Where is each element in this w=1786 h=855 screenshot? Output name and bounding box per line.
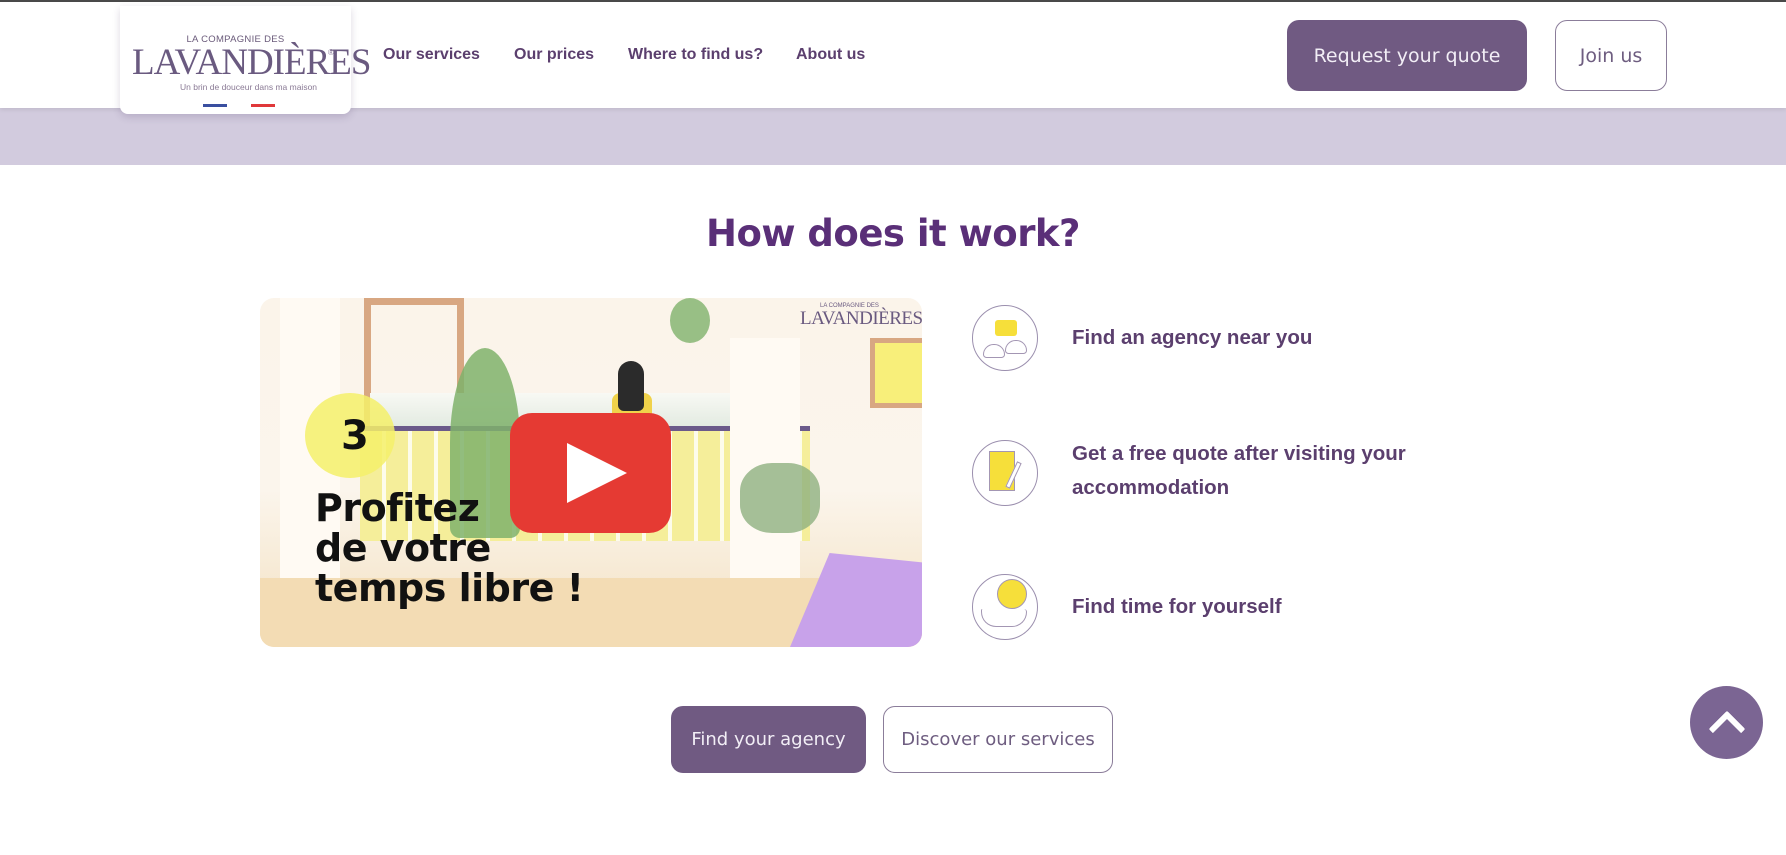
smiley-hand-icon — [972, 574, 1038, 640]
step-label: Get a free quote after visiting your acc… — [1072, 442, 1406, 499]
step-label: Find time for yourself — [1072, 595, 1282, 618]
chevron-up-icon — [1708, 710, 1745, 747]
nav-about-us[interactable]: About us — [796, 46, 865, 64]
chat-bubble-shape — [995, 320, 1017, 336]
youtube-play-icon[interactable] — [510, 413, 671, 533]
site-logo[interactable]: LA COMPAGNIE DES LAVANDIÈRES ® Un brin d… — [120, 6, 371, 114]
video-caption-line: de votre — [315, 526, 491, 570]
find-agency-button[interactable]: Find your agency — [671, 706, 866, 773]
nav-our-prices[interactable]: Our prices — [514, 46, 594, 64]
step-item: Get a free quote after visiting your acc… — [972, 440, 1406, 506]
logo-tagline: Un brin de douceur dans ma maison — [180, 82, 318, 92]
lavender-band — [0, 108, 1786, 165]
flag-red-stripe — [251, 104, 275, 107]
video-caption-line: temps libre ! — [315, 566, 584, 610]
logo-registered: ® — [328, 48, 334, 57]
person-shape — [983, 344, 1005, 358]
document-pen-icon — [972, 440, 1038, 506]
step-label: Find an agency near you — [1072, 326, 1313, 349]
step-item: Find an agency near you — [972, 305, 1312, 371]
section-title: How does it work? — [705, 212, 1081, 255]
nav-our-services[interactable]: Our services — [383, 46, 480, 64]
hand-shape — [981, 609, 1027, 627]
illustration-woman-hair — [618, 361, 644, 411]
illustration-door — [730, 338, 800, 578]
video-thumbnail[interactable]: 3 Profitez de votre temps libre ! LA COM… — [260, 298, 922, 647]
video-step-number: 3 — [341, 413, 369, 459]
request-quote-button[interactable]: Request your quote — [1287, 20, 1527, 91]
smiley-shape — [997, 579, 1027, 609]
video-watermark: LAVANDIÈRES — [800, 308, 922, 329]
flag-blue-stripe — [203, 104, 227, 107]
illustration-leaves — [670, 298, 710, 343]
illustration-hanging-plants — [740, 463, 820, 533]
person-shape — [1005, 340, 1027, 354]
discover-services-button[interactable]: Discover our services — [883, 706, 1113, 773]
step-item: Find time for yourself — [972, 574, 1282, 640]
people-chat-icon — [972, 305, 1038, 371]
scroll-to-top-button[interactable] — [1690, 686, 1763, 759]
join-us-button[interactable]: Join us — [1555, 20, 1667, 91]
nav-where-to-find-us[interactable]: Where to find us? — [628, 46, 763, 64]
play-triangle-icon — [566, 443, 627, 503]
illustration-right-window — [870, 338, 922, 408]
logo-brand: LAVANDIÈRES — [132, 42, 371, 83]
